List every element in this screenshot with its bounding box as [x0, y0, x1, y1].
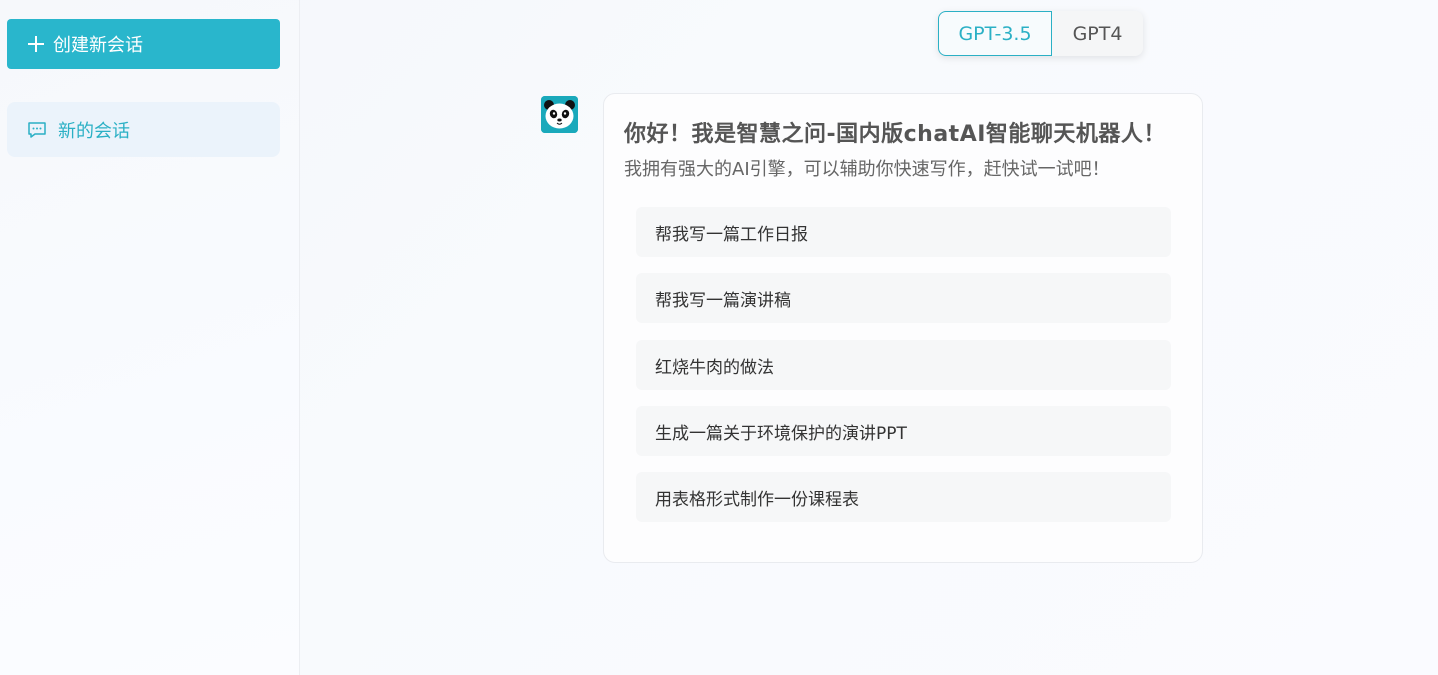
- model-switch: GPT-3.5 GPT4: [938, 11, 1143, 56]
- new-chat-label: 创建新会话: [53, 35, 143, 56]
- welcome-subtitle: 我拥有强大的AI引擎，可以辅助你快速写作，赶快试一试吧！: [624, 159, 1110, 180]
- welcome-card: 你好！我是智慧之问-国内版chatAI智能聊天机器人！ 我拥有强大的AI引擎，可…: [603, 93, 1203, 563]
- suggestion-item[interactable]: 帮我写一篇演讲稿: [636, 273, 1171, 323]
- suggestion-item[interactable]: 用表格形式制作一份课程表: [636, 472, 1171, 522]
- conversation-label: 新的会话: [58, 120, 130, 142]
- welcome-title: 你好！我是智慧之问-国内版chatAI智能聊天机器人！: [624, 122, 1166, 147]
- conversation-item[interactable]: 新的会话: [7, 102, 280, 157]
- sidebar: 创建新会话 新的会话: [0, 0, 300, 675]
- panda-icon: [541, 96, 578, 133]
- plus-icon: [28, 36, 44, 52]
- model-option-gpt35[interactable]: GPT-3.5: [938, 11, 1052, 56]
- model-option-gpt4[interactable]: GPT4: [1052, 11, 1143, 56]
- panda-avatar: [541, 96, 578, 133]
- suggestion-item[interactable]: 红烧牛肉的做法: [636, 340, 1171, 390]
- suggestion-item[interactable]: 生成一篇关于环境保护的演讲PPT: [636, 406, 1171, 456]
- new-chat-button[interactable]: 创建新会话: [7, 19, 280, 69]
- suggestion-item[interactable]: 帮我写一篇工作日报: [636, 207, 1171, 257]
- chat-bubble-icon: [28, 121, 46, 138]
